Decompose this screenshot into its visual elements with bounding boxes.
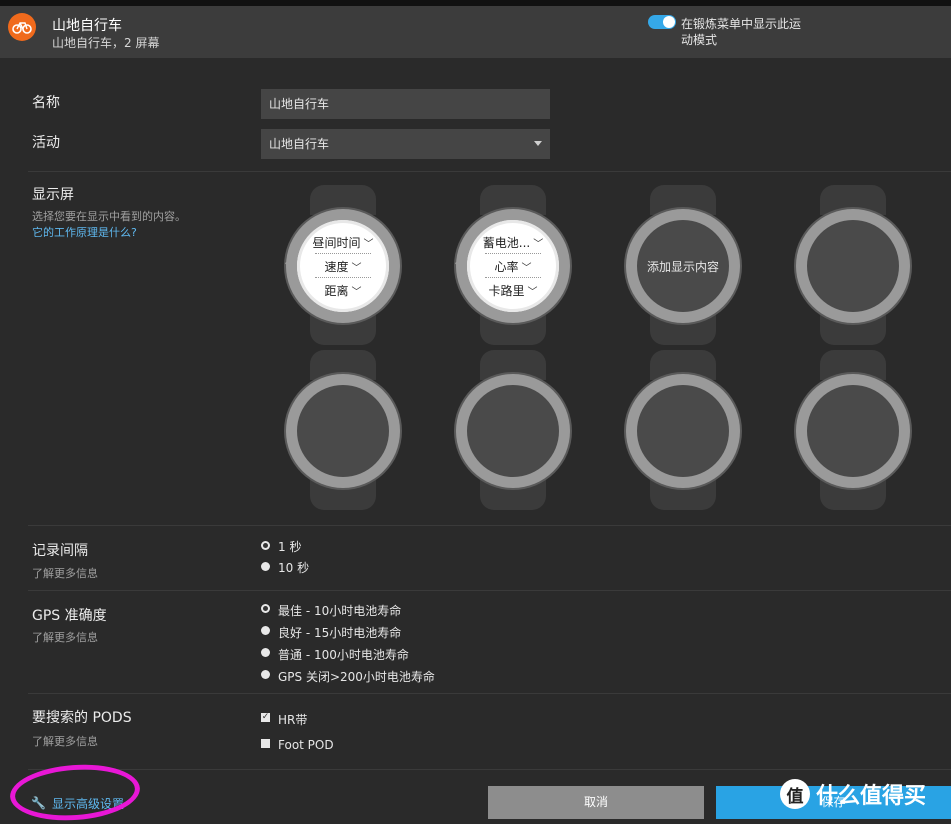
watch-face — [467, 385, 559, 477]
field-selector-3[interactable]: 卡路里 ﹀ — [477, 280, 549, 300]
checkbox-label: HR带 — [278, 713, 308, 727]
radio-label: 10 秒 — [278, 561, 310, 575]
recording-interval-label: 记录间隔 — [32, 543, 88, 559]
divider — [28, 693, 951, 694]
show-in-menu-label: 在锻炼菜单中显示此运动模式 — [681, 17, 802, 47]
watch-face: 蓄电池... ﹀ 心率 ﹀ 卡路里 ﹀ — [467, 220, 559, 312]
watch-face — [807, 220, 899, 312]
field-label: 心率 — [494, 259, 519, 274]
watch-face: 添加显示内容 — [637, 220, 729, 312]
cancel-button[interactable]: 取消 — [488, 786, 704, 819]
field-selector-2[interactable]: 速度 ﹀ — [307, 256, 379, 276]
chevron-left-icon[interactable]: ‹ — [454, 253, 460, 272]
add-display-label: 添加显示内容 — [646, 259, 719, 274]
chevron-left-icon[interactable]: ‹ — [284, 253, 290, 272]
sport-mode-subtitle: 山地自行车，2 屏幕 — [52, 36, 160, 50]
radio-label: 1 秒 — [278, 540, 302, 554]
watch-display-1[interactable]: 昼间时间 ﹀ 速度 ﹀ 距离 ﹀ ‹ › — [283, 185, 403, 345]
field-selector-1[interactable]: 蓄电池... ﹀ — [477, 232, 549, 252]
recording-learn-more[interactable]: 了解更多信息 — [32, 565, 98, 581]
name-input[interactable]: 山地自行车 — [261, 89, 550, 119]
chevron-right-icon[interactable]: › — [391, 253, 397, 272]
field-label: 蓄电池... — [482, 235, 531, 250]
radio-recording-1s[interactable] — [261, 541, 270, 550]
chevron-down-icon: ﹀ — [351, 262, 362, 274]
chevron-down-icon — [534, 141, 542, 146]
pods-learn-more[interactable]: 了解更多信息 — [32, 733, 98, 749]
chevron-down-icon: ﹀ — [527, 286, 538, 298]
displays-help-text: 选择您要在显示中看到的内容。 — [32, 210, 186, 223]
field-separator — [485, 253, 541, 254]
pods-label: 要搜索的 PODS — [32, 710, 132, 726]
watch-face — [807, 385, 899, 477]
radio-label: 最佳 - 10小时电池寿命 — [278, 604, 402, 618]
watch-empty-slot — [623, 350, 743, 510]
activity-label: 活动 — [32, 135, 60, 151]
divider — [28, 590, 951, 591]
activity-select[interactable]: 山地自行车 — [261, 129, 550, 159]
watermark: 值 什么值得买 — [780, 778, 926, 810]
radio-label: 良好 - 15小时电池寿命 — [278, 626, 402, 640]
sport-mode-header: 山地自行车 山地自行车，2 屏幕 在锻炼菜单中显示此运动模式 — [0, 6, 951, 58]
field-label: 速度 — [324, 259, 349, 274]
field-separator — [315, 277, 371, 278]
field-selector-1[interactable]: 昼间时间 ﹀ — [307, 232, 379, 252]
watch-empty-slot — [793, 350, 913, 510]
field-selector-2[interactable]: 心率 ﹀ — [477, 256, 549, 276]
field-separator — [315, 253, 371, 254]
watch-empty-slot — [793, 185, 913, 345]
watch-add-display[interactable]: 添加显示内容 — [623, 185, 743, 345]
radio-label: GPS 关闭>200小时电池寿命 — [278, 670, 435, 684]
checkbox-label: Foot POD — [278, 738, 334, 752]
gps-learn-more[interactable]: 了解更多信息 — [32, 629, 98, 645]
toggle-knob — [663, 16, 675, 28]
field-label: 距离 — [324, 283, 349, 298]
watch-face — [297, 385, 389, 477]
sport-mode-title: 山地自行车 — [52, 18, 122, 34]
field-separator — [485, 277, 541, 278]
bicycle-icon — [8, 13, 36, 41]
gps-accuracy-label: GPS 准确度 — [32, 608, 107, 624]
watermark-badge: 值 — [780, 779, 810, 809]
watch-face — [637, 385, 729, 477]
watch-empty-slot — [453, 350, 573, 510]
checkbox-hr-belt[interactable]: ✓ — [261, 713, 270, 722]
radio-gps-off[interactable] — [261, 670, 270, 679]
chevron-down-icon: ﹀ — [351, 286, 362, 298]
radio-label: 普通 - 100小时电池寿命 — [278, 648, 409, 662]
chevron-down-icon: ﹀ — [521, 262, 532, 274]
field-label: 昼间时间 — [312, 235, 361, 250]
annotation-circle — [8, 760, 142, 824]
divider — [28, 769, 951, 770]
watch-empty-slot — [283, 350, 403, 510]
chevron-down-icon: ﹀ — [533, 238, 544, 250]
show-in-menu-toggle[interactable] — [648, 15, 676, 29]
radio-gps-best[interactable] — [261, 604, 270, 613]
displays-label: 显示屏 — [32, 187, 74, 203]
watch-display-2[interactable]: 蓄电池... ﹀ 心率 ﹀ 卡路里 ﹀ ‹ › — [453, 185, 573, 345]
radio-gps-ok[interactable] — [261, 648, 270, 657]
name-label: 名称 — [32, 95, 60, 111]
chevron-right-icon[interactable]: › — [561, 253, 567, 272]
watch-face: 昼间时间 ﹀ 速度 ﹀ 距离 ﹀ — [297, 220, 389, 312]
checkbox-foot-pod[interactable] — [261, 739, 270, 748]
watermark-text: 什么值得买 — [816, 784, 927, 809]
radio-gps-good[interactable] — [261, 626, 270, 635]
field-label: 卡路里 — [488, 283, 525, 298]
activity-value: 山地自行车 — [269, 137, 330, 151]
field-selector-3[interactable]: 距离 ﹀ — [307, 280, 379, 300]
how-it-works-link[interactable]: 它的工作原理是什么? — [32, 224, 137, 240]
chevron-down-icon: ﹀ — [363, 238, 374, 250]
divider — [28, 171, 951, 172]
radio-recording-10s[interactable] — [261, 562, 270, 571]
divider — [28, 525, 951, 526]
